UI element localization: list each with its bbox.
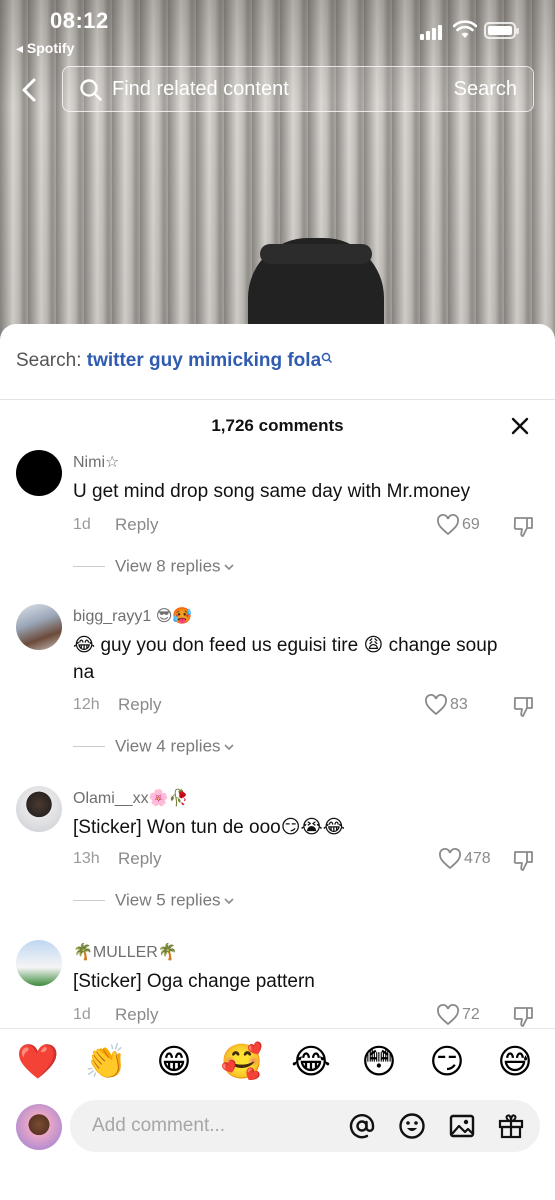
view-replies-label: View 5 replies xyxy=(115,890,221,910)
top-navigation: Find related content Search xyxy=(0,66,555,114)
back-to-app-link[interactable]: ◂ Spotify xyxy=(16,40,74,57)
reply-button[interactable]: Reply xyxy=(115,515,158,535)
chevron-down-icon xyxy=(223,563,234,570)
comment-item: bigg_rayy1 😎🥵 😂 guy you don feed us egui… xyxy=(0,604,555,774)
like-count: 69 xyxy=(462,516,480,533)
comment-text: 😂 guy you don feed us eguisi tire 😩 chan… xyxy=(73,635,498,683)
heart-outline-icon[interactable] xyxy=(424,694,448,716)
comment-username[interactable]: 🌴MULLER🌴 xyxy=(73,942,178,962)
view-replies-label: View 4 replies xyxy=(115,736,221,756)
divider xyxy=(0,1028,555,1029)
search-button[interactable]: Search xyxy=(454,78,517,101)
like-count: 83 xyxy=(450,696,468,713)
view-replies-button[interactable]: View 5 replies xyxy=(73,890,235,911)
view-replies-button[interactable]: View 8 replies xyxy=(73,556,235,577)
related-search-box[interactable]: Find related content Search xyxy=(62,66,534,112)
cellular-signal-icon xyxy=(420,24,446,40)
emoji-heart[interactable]: ❤️ xyxy=(16,1040,60,1084)
like-count: 72 xyxy=(462,1006,480,1023)
comment-input-row xyxy=(0,1098,555,1158)
chevron-down-icon xyxy=(223,743,234,750)
comment-age: 1d xyxy=(73,516,91,533)
wifi-icon xyxy=(453,20,477,38)
comment-count: 1,726 comments xyxy=(211,416,344,435)
comment-username[interactable]: bigg_rayy1 😎🥵 xyxy=(73,606,192,626)
gift-icon[interactable] xyxy=(497,1112,525,1140)
search-icon xyxy=(80,79,102,101)
emoji-love[interactable]: 🥰 xyxy=(220,1040,264,1084)
avatar[interactable] xyxy=(16,786,62,832)
heart-outline-icon[interactable] xyxy=(436,1004,460,1026)
thumbs-down-icon[interactable] xyxy=(512,514,536,538)
thumbs-down-icon[interactable] xyxy=(512,1004,536,1028)
emoji-flushed[interactable]: 😳 xyxy=(357,1040,401,1084)
search-query-link[interactable]: twitter guy mimicking fola xyxy=(87,350,321,371)
chevron-down-icon xyxy=(223,897,234,904)
view-replies-button[interactable]: View 4 replies xyxy=(73,736,235,757)
comment-age: 12h xyxy=(73,696,100,713)
thumbs-down-icon[interactable] xyxy=(512,848,536,872)
battery-icon xyxy=(484,22,519,39)
status-time: 08:12 xyxy=(50,8,109,33)
comment-age: 13h xyxy=(73,850,100,867)
comment-text: [Sticker] Won tun de ooo😏😭😂 xyxy=(73,817,345,838)
back-chevron-icon[interactable] xyxy=(14,74,44,106)
emoji-smirk[interactable]: 😏 xyxy=(425,1040,469,1084)
reply-button[interactable]: Reply xyxy=(115,1005,158,1025)
comment-text: [Sticker] Oga change pattern xyxy=(73,971,315,992)
search-prefix-label: Search: xyxy=(16,350,87,371)
avatar[interactable] xyxy=(16,450,62,496)
view-replies-label: View 8 replies xyxy=(115,556,221,576)
comment-item: Nimi☆ U get mind drop song same day with… xyxy=(0,450,555,600)
avatar[interactable] xyxy=(16,940,62,986)
search-mini-icon xyxy=(321,352,333,364)
like-count: 478 xyxy=(464,850,491,867)
avatar[interactable] xyxy=(16,604,62,650)
search-placeholder: Find related content xyxy=(112,78,289,100)
reply-button[interactable]: Reply xyxy=(118,695,161,715)
comment-item: 🌴MULLER🌴 [Sticker] Oga change pattern 1d… xyxy=(0,940,555,1030)
comment-username[interactable]: Nimi☆ xyxy=(73,452,119,472)
comment-item: Olami__xx🌸🥀 [Sticker] Won tun de ooo😏😭😂 … xyxy=(0,786,555,926)
close-icon[interactable] xyxy=(510,416,530,436)
thumbs-down-icon[interactable] xyxy=(512,694,536,718)
divider xyxy=(0,399,555,400)
image-icon[interactable] xyxy=(448,1112,476,1140)
at-sign-icon[interactable] xyxy=(348,1112,376,1140)
emoji-grin[interactable]: 😁 xyxy=(152,1040,196,1084)
emoji-laugh[interactable]: 😂 xyxy=(289,1040,333,1084)
heart-outline-icon[interactable] xyxy=(438,848,462,870)
reply-button[interactable]: Reply xyxy=(118,849,161,869)
status-bar: 08:12 ◂ Spotify xyxy=(0,0,555,60)
sheet-search-suggestion[interactable]: Search: twitter guy mimicking fola xyxy=(16,350,333,372)
smiley-icon[interactable] xyxy=(398,1112,426,1140)
comment-username[interactable]: Olami__xx🌸🥀 xyxy=(73,788,188,808)
emoji-clap[interactable]: 👏 xyxy=(84,1040,128,1084)
comment-age: 1d xyxy=(73,1006,91,1023)
emoji-quick-bar: ❤️ 👏 😁 🥰 😂 😳 😏 😅 xyxy=(0,1036,555,1092)
my-avatar xyxy=(16,1104,62,1150)
comment-text: U get mind drop song same day with Mr.mo… xyxy=(73,481,471,502)
heart-outline-icon[interactable] xyxy=(436,514,460,536)
emoji-sweat-smile[interactable]: 😅 xyxy=(493,1040,537,1084)
